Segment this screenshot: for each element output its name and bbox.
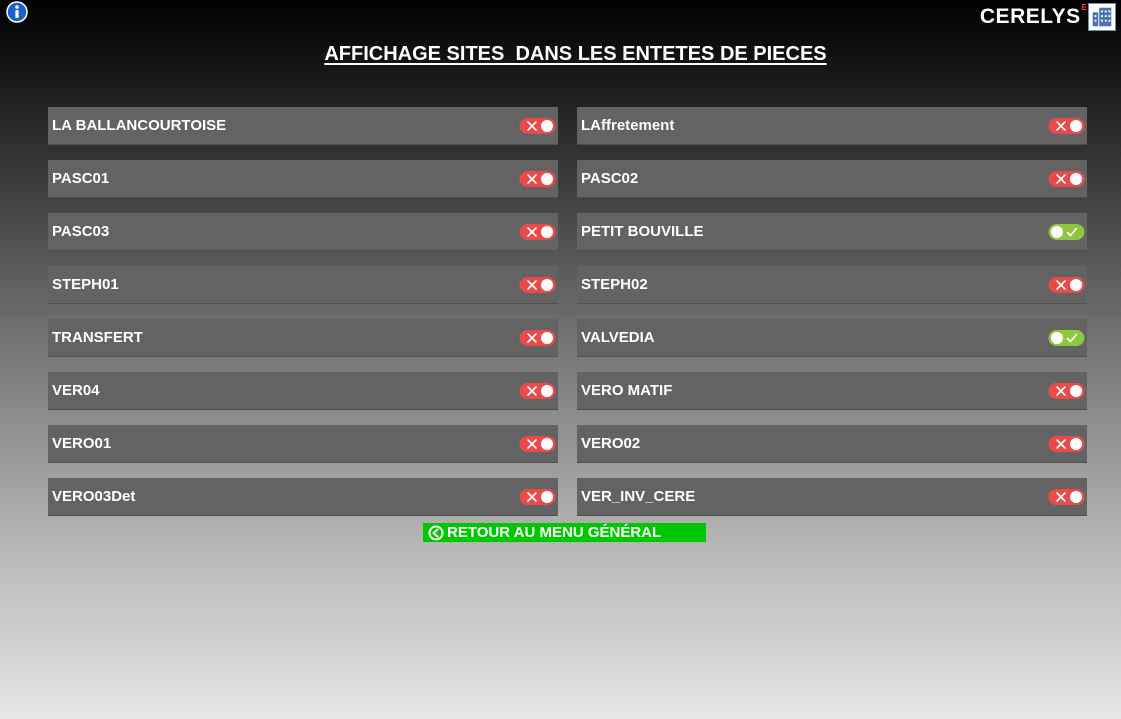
brand-mark: E — [1081, 3, 1087, 12]
site-row: VER04 — [48, 372, 558, 410]
site-row: VER_INV_CERE — [577, 478, 1087, 516]
toggle-switch-off[interactable] — [1048, 117, 1085, 135]
info-button[interactable] — [5, 1, 29, 23]
toggle-knob — [541, 331, 553, 344]
page-title: AFFICHAGE SITES DANS LES ENTETES DE PIEC… — [324, 43, 827, 65]
site-row: PASC03 — [48, 213, 558, 251]
toggle-knob — [541, 172, 553, 185]
toggle-switch-off[interactable] — [519, 276, 556, 294]
site-row: VERO01 — [48, 425, 558, 463]
site-row: PASC02 — [577, 160, 1087, 198]
toggle-switch-off[interactable] — [519, 329, 556, 347]
toggle-knob — [1070, 490, 1082, 503]
building-icon — [1088, 3, 1116, 31]
toggle-knob — [1070, 384, 1082, 397]
site-name: STEPH01 — [52, 276, 119, 293]
toggle-knob — [1051, 331, 1063, 344]
site-row: LA BALLANCOURTOISE — [48, 107, 558, 145]
toggle-switch-off[interactable] — [519, 223, 556, 241]
toggle-switch-off[interactable] — [1048, 435, 1085, 453]
toggle-switch-on[interactable] — [1048, 223, 1085, 241]
site-name: VALVEDIA — [581, 329, 655, 346]
site-name: VER04 — [52, 382, 100, 399]
toggle-knob — [1070, 172, 1082, 185]
toggle-switch-off[interactable] — [1048, 488, 1085, 506]
toggle-switch-off[interactable] — [519, 117, 556, 135]
toggle-switch-off[interactable] — [519, 382, 556, 400]
toggle-switch-off[interactable] — [519, 488, 556, 506]
toggle-knob — [541, 437, 553, 450]
toggle-switch-off[interactable] — [1048, 276, 1085, 294]
site-row: STEPH02 — [577, 266, 1087, 304]
site-row: VERO MATIF — [577, 372, 1087, 410]
site-row: VALVEDIA — [577, 319, 1087, 357]
site-name: STEPH02 — [581, 276, 648, 293]
site-row: VERO02 — [577, 425, 1087, 463]
toggle-knob — [1070, 119, 1082, 132]
toggle-knob — [541, 490, 553, 503]
site-name: PASC03 — [52, 223, 110, 240]
toggle-switch-off[interactable] — [519, 170, 556, 188]
site-name: VERO02 — [581, 435, 641, 452]
toggle-switch-off[interactable] — [1048, 170, 1085, 188]
site-row: STEPH01 — [48, 266, 558, 304]
site-row: LAffretement — [577, 107, 1087, 145]
site-name: VERO03Det — [52, 488, 136, 505]
site-name: VERO01 — [52, 435, 112, 452]
site-name: VER_INV_CERE — [581, 488, 696, 505]
back-to-menu-button[interactable]: RETOUR AU MENU GÉNÉRAL — [423, 523, 706, 542]
site-row: TRANSFERT — [48, 319, 558, 357]
back-to-menu-label: RETOUR AU MENU GÉNÉRAL — [447, 524, 662, 541]
toggle-switch-off[interactable] — [1048, 382, 1085, 400]
info-icon — [6, 1, 28, 23]
toggle-switch-off[interactable] — [519, 435, 556, 453]
brand-logo: CERELYS E — [980, 3, 1116, 31]
site-name: LA BALLANCOURTOISE — [52, 117, 227, 134]
site-name: PETIT BOUVILLE — [581, 223, 704, 240]
site-row: PETIT BOUVILLE — [577, 213, 1087, 251]
site-toggle-grid: LA BALLANCOURTOISE LAffretement PASC01 PASC… — [48, 107, 1087, 516]
back-arrow-icon — [428, 525, 444, 540]
site-name: PASC01 — [52, 170, 110, 187]
site-row: VERO03Det — [48, 478, 558, 516]
toggle-switch-on[interactable] — [1048, 329, 1085, 347]
toggle-knob — [1051, 225, 1063, 238]
site-name: LAffretement — [581, 117, 675, 134]
brand-name: CERELYS — [979, 5, 1081, 28]
toggle-knob — [1070, 437, 1082, 450]
site-row: PASC01 — [48, 160, 558, 198]
site-name: VERO MATIF — [581, 382, 673, 399]
site-name: TRANSFERT — [52, 329, 143, 346]
toggle-knob — [541, 278, 553, 291]
toggle-knob — [541, 384, 553, 397]
toggle-knob — [1070, 278, 1082, 291]
toggle-knob — [541, 225, 553, 238]
site-name: PASC02 — [581, 170, 639, 187]
toggle-knob — [541, 119, 553, 132]
